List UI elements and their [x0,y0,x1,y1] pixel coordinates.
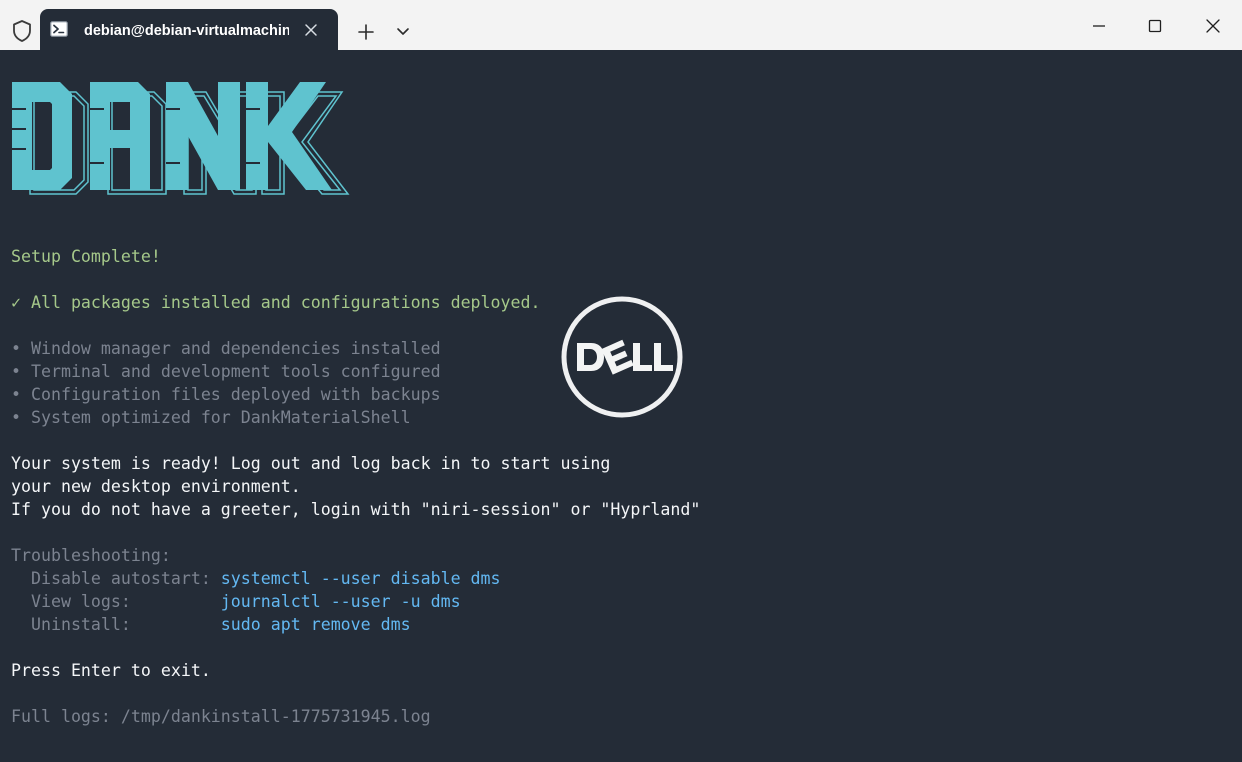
maximize-icon[interactable] [1141,12,1169,40]
chevron-down-icon[interactable] [393,24,413,40]
troubleshooting-label: View logs: [11,592,221,611]
troubleshooting-row: Uninstall: sudo apt remove dms [11,613,411,636]
powershell-icon [50,21,68,37]
greeter-message: If you do not have a greeter, login with… [11,500,701,519]
troubleshooting-heading: Troubleshooting: [11,546,171,565]
troubleshooting-row: Disable autostart: systemctl --user disa… [11,567,501,590]
terminal-window: debian@debian-virtualmachin Setup Comple… [0,0,1242,762]
title-bar: debian@debian-virtualmachin [0,0,1242,50]
bullet-item: • Configuration files deployed with back… [11,385,441,404]
dell-logo [561,296,683,418]
minimize-icon[interactable] [1085,12,1113,40]
troubleshooting-label: Uninstall: [11,615,221,634]
all-installed-text: ✓ All packages installed and configurati… [11,293,541,312]
tab-title: debian@debian-virtualmachin [84,23,289,39]
ready-message: Your system is ready! Log out and log ba… [11,454,611,473]
troubleshooting-command: sudo apt remove dms [220,615,411,634]
tab-terminal[interactable]: debian@debian-virtualmachin [40,9,338,50]
troubleshooting-row: View logs: journalctl --user -u dms [11,590,461,613]
press-enter-prompt: Press Enter to exit. [11,661,211,680]
dank-banner [12,82,350,195]
shield-icon[interactable] [11,19,33,43]
troubleshooting-command: journalctl --user -u dms [220,592,461,611]
full-logs-path: Full logs: /tmp/dankinstall-1775731945.l… [11,707,431,726]
close-icon[interactable] [302,21,320,39]
plus-icon[interactable] [354,20,378,44]
bullet-item: • Terminal and development tools configu… [11,362,441,381]
bullet-item: • Window manager and dependencies instal… [11,339,441,358]
close-icon[interactable] [1199,12,1227,40]
bullet-item: • System optimized for DankMaterialShell [11,408,411,427]
ready-message: your new desktop environment. [11,477,301,496]
setup-complete-text: Setup Complete! [11,247,161,266]
troubleshooting-label: Disable autostart: [11,569,221,588]
troubleshooting-command: systemctl --user disable dms [220,569,501,588]
